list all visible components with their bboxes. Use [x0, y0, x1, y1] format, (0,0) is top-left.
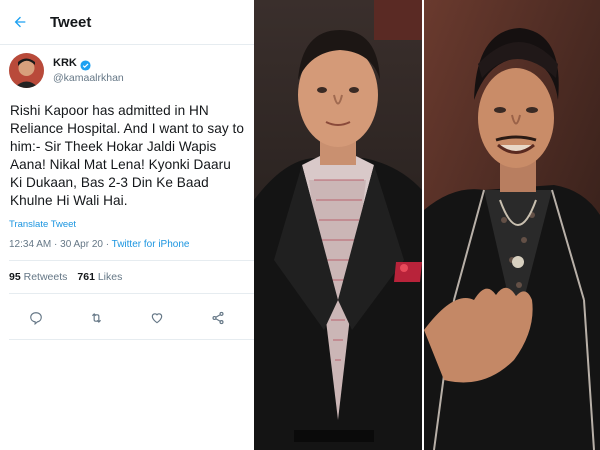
reply-icon[interactable] [24, 306, 48, 330]
tweet-text: Rishi Kapoor has admitted in HN Reliance… [10, 103, 244, 208]
tweet-meta: 12:34 AM · 30 Apr 20 · Twitter for iPhon… [0, 230, 254, 250]
verified-badge-icon [80, 58, 91, 71]
likes-count: 761 [77, 271, 95, 283]
translate-tweet-link[interactable]: Translate Tweet [0, 210, 254, 230]
user-handle[interactable]: @kamaalrkhan [53, 72, 124, 84]
user-info: KRK @kamaalrkhan [53, 57, 124, 84]
arrow-left-icon[interactable] [2, 0, 38, 44]
photo-man-in-suit [254, 0, 422, 450]
page-title: Tweet [50, 13, 92, 31]
likes-stat[interactable]: 761 Likes [77, 271, 122, 283]
avatar[interactable] [9, 53, 44, 88]
divider [9, 339, 254, 340]
tweet-stats: 95 Retweets 761 Likes [0, 261, 254, 283]
tweet-source[interactable]: Twitter for iPhone [112, 239, 190, 250]
tweet-actions [0, 294, 254, 330]
retweets-stat[interactable]: 95 Retweets [9, 271, 67, 283]
likes-label: Likes [97, 271, 123, 283]
retweet-icon[interactable] [85, 306, 109, 330]
retweets-count: 95 [9, 271, 21, 283]
tweet-panel: Tweet KRK @kamaalrkhan Rishi Kapoor has … [0, 0, 254, 450]
display-name[interactable]: KRK [53, 57, 77, 69]
tweet-author: KRK @kamaalrkhan [0, 45, 254, 88]
tweet-timestamp[interactable]: 12:34 AM · 30 Apr 20 · [9, 239, 112, 250]
tweet-header: Tweet [0, 0, 254, 45]
retweets-label: Retweets [23, 271, 68, 283]
share-icon[interactable] [206, 306, 230, 330]
photo-man-in-jacket [424, 0, 600, 450]
like-icon[interactable] [145, 306, 169, 330]
